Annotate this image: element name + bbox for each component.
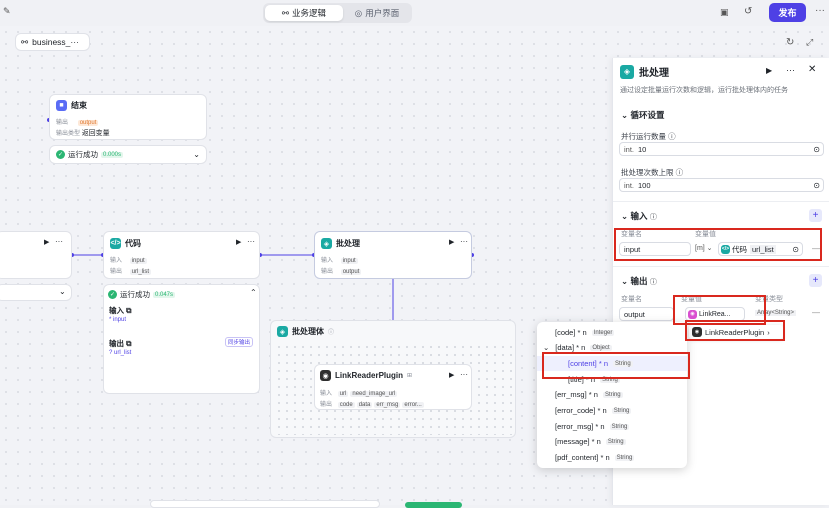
result-output-section: 输出 ⧉ — [109, 339, 132, 348]
check-icon: ✓ — [56, 150, 65, 159]
run-icon[interactable]: ▶ — [449, 238, 454, 246]
external-icon[interactable]: ⊞ — [407, 372, 412, 379]
output-var-name[interactable]: output — [619, 307, 674, 321]
highlight-content-item — [542, 352, 690, 379]
copy-icon[interactable]: ⧉ — [126, 306, 131, 315]
run-icon[interactable]: ▶ — [44, 238, 49, 246]
plugin-icon: ◉ — [320, 370, 331, 381]
plugin-node[interactable]: ◉ LinkReaderPlugin ⊞ ▶ ··· 输入 url need_im… — [314, 364, 472, 410]
batch-body-icon: ◈ — [277, 326, 288, 337]
chevron-down-icon: ⌄ — [621, 110, 629, 120]
code-node-result: ✓ 运行成功 0.047s ⌃ 输入 ⧉ * input 输出 ⧉ 同步输出 ? u… — [103, 284, 260, 394]
divider — [613, 201, 829, 202]
batch-node[interactable]: ◈ 批处理 ▶ ··· 输入 input 输出 output — [314, 231, 472, 279]
highlight-plugin-chip — [685, 320, 785, 341]
info-icon[interactable]: ⓘ — [650, 214, 657, 221]
chevron-up-icon[interactable]: ⌃ — [250, 288, 257, 297]
chevron-down-icon: ⌄ — [193, 150, 200, 159]
run-icon[interactable]: ▶ — [449, 371, 454, 379]
more-icon[interactable]: ··· — [460, 237, 468, 246]
close-icon[interactable]: ✕ — [808, 64, 816, 75]
add-input-button[interactable]: + — [809, 209, 822, 222]
max-count-label: 批处理次数上限 ⓘ — [621, 168, 684, 177]
dropdown-item[interactable]: [pdf_content] * n String — [537, 450, 687, 465]
concurrency-label: 并行运行数量 ⓘ — [621, 132, 676, 141]
concurrency-input[interactable]: int. 10 ⊙ — [619, 142, 824, 156]
input-section[interactable]: ⌄ 输入 ⓘ — [621, 210, 657, 222]
sync-output-button[interactable]: 同步输出 — [225, 337, 254, 347]
loop-settings-section[interactable]: ⌄ 循环设置 — [621, 109, 665, 121]
more-icon[interactable]: ··· — [786, 65, 795, 75]
info-icon[interactable]: ⓘ — [328, 327, 334, 336]
batch-icon: ◈ — [620, 64, 634, 79]
batch-icon: ◈ — [321, 238, 332, 249]
remove-icon[interactable]: — — [812, 308, 820, 317]
code-icon: </> — [110, 238, 121, 249]
previous-node-status[interactable]: ⌄ — [0, 284, 72, 301]
check-icon: ✓ — [108, 290, 117, 299]
add-output-button[interactable]: + — [809, 274, 822, 287]
variable-dropdown: [code] * n Integer ⌄ [data] * n Object [con… — [537, 322, 687, 468]
run-test-button[interactable] — [405, 502, 462, 508]
info-icon[interactable]: ⓘ — [676, 168, 684, 177]
chevron-down-icon: ⌄ — [621, 211, 629, 221]
info-icon[interactable]: ⓘ — [668, 132, 676, 141]
chevron-down-icon: ⌄ — [59, 287, 66, 296]
code-node[interactable]: </> 代码 ▶ ··· 输入 input 输出 url_list — [103, 231, 260, 279]
end-node-status[interactable]: ✓ 运行成功 0.000s ⌄ — [49, 145, 207, 164]
more-icon[interactable]: ··· — [460, 370, 468, 379]
copy-icon[interactable]: ⧉ — [126, 339, 131, 348]
end-icon: ■ — [56, 100, 67, 111]
end-node[interactable]: ■ 结束 输出 output 输出类型 返回变量 — [49, 94, 207, 140]
bottom-toolbar[interactable] — [150, 500, 380, 508]
run-icon[interactable]: ▶ — [766, 66, 772, 75]
result-input-section: 输入 ⧉ — [109, 306, 132, 315]
output-section[interactable]: ⌄ 输出 ⓘ — [621, 275, 657, 287]
chevron-down-icon: ⌄ — [621, 276, 629, 286]
dropdown-item[interactable]: [message] * n String — [537, 434, 687, 449]
more-icon[interactable]: ··· — [55, 237, 63, 246]
previous-node[interactable]: ▶ ··· — [0, 231, 72, 279]
divider — [613, 266, 829, 267]
chevron-down-icon: ⌄ — [543, 343, 550, 352]
dropdown-item[interactable]: [error_msg] * n String — [537, 419, 687, 434]
variable-picker-icon[interactable]: ⊙ — [813, 145, 820, 154]
run-icon[interactable]: ▶ — [236, 238, 241, 246]
dropdown-item[interactable]: [err_msg] * n String — [537, 387, 687, 402]
more-icon[interactable]: ··· — [247, 237, 255, 246]
highlight-input-row — [614, 228, 822, 261]
max-count-input[interactable]: int. 100 ⊙ — [619, 178, 824, 192]
dropdown-item[interactable]: [code] * n Integer — [537, 325, 687, 340]
info-icon[interactable]: ⓘ — [650, 279, 657, 286]
variable-picker-icon[interactable]: ⊙ — [813, 181, 820, 190]
dropdown-item[interactable]: [error_code] * n String — [537, 403, 687, 418]
